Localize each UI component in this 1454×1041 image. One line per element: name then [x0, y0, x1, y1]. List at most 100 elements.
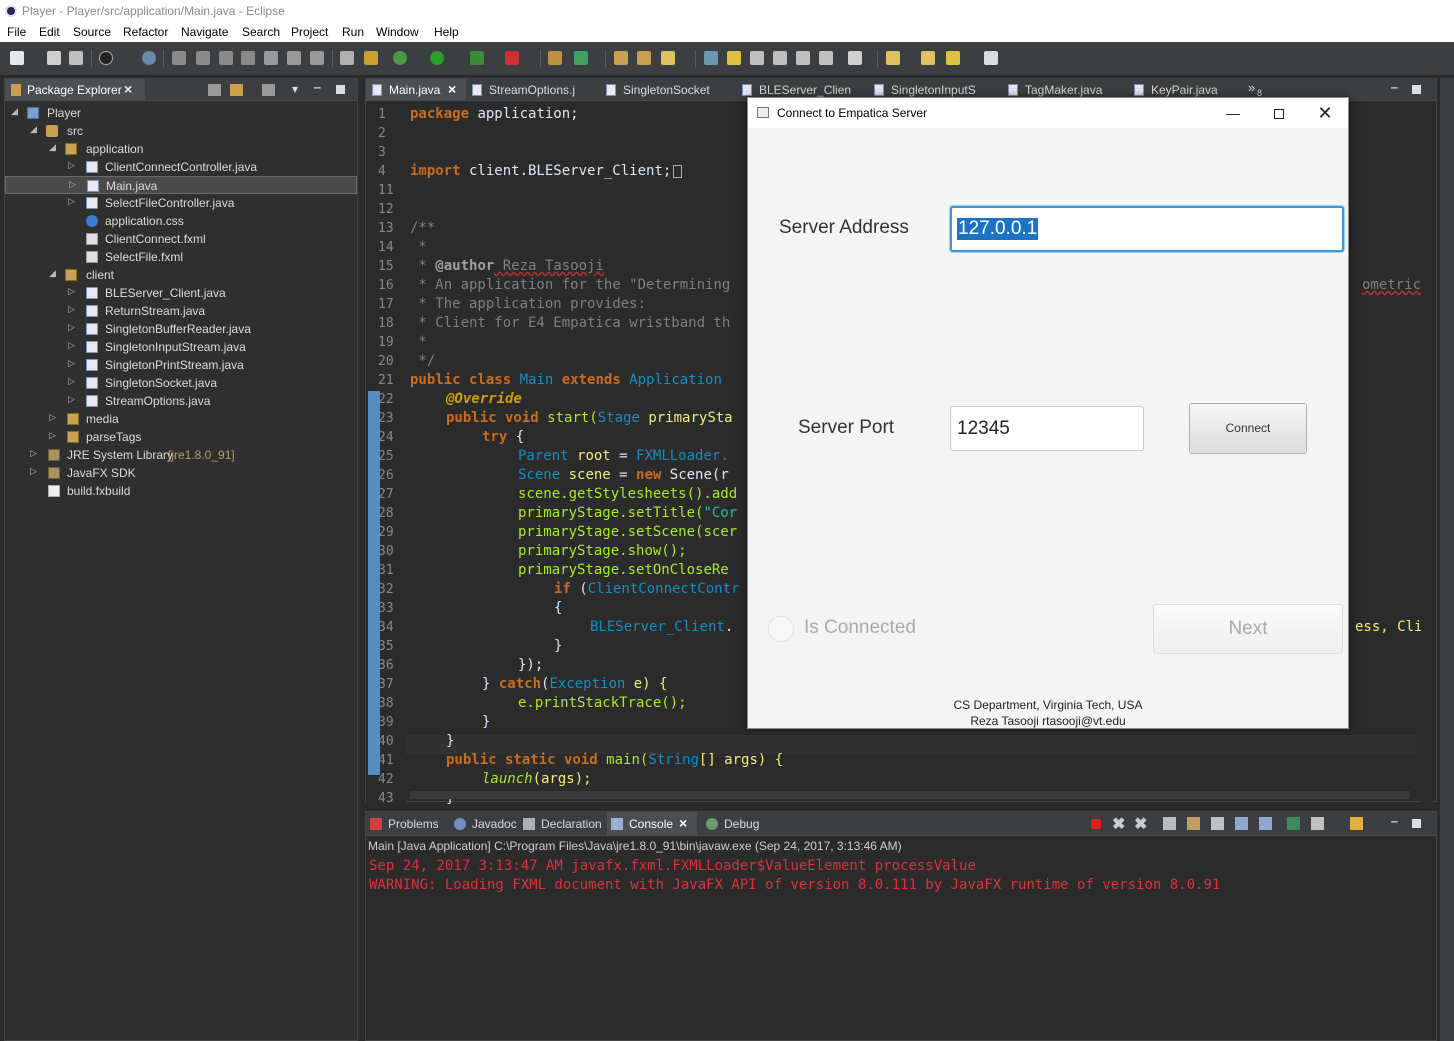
tab-javadoc[interactable]: Javadoc	[450, 812, 518, 836]
tree-item-player[interactable]: ◢ Player	[5, 104, 357, 122]
terminate-icon[interactable]	[219, 51, 233, 65]
tree-item-clientconnectcontroller[interactable]: ▷ ClientConnectController.java	[5, 158, 357, 176]
menu-help[interactable]: Help	[434, 25, 459, 39]
collapsed-arrow-icon[interactable]: ▷	[68, 394, 75, 405]
clear-console-icon[interactable]	[1163, 817, 1176, 830]
new-icon[interactable]	[10, 51, 24, 65]
disconnect-icon[interactable]	[241, 51, 255, 65]
connect-button[interactable]: Connect	[1189, 403, 1307, 454]
maximize-icon[interactable]	[1412, 85, 1421, 94]
tab-problems[interactable]: Problems	[366, 812, 448, 836]
menu-project[interactable]: Project	[291, 25, 328, 39]
collapse-all-icon[interactable]	[208, 84, 221, 96]
menu-refactor[interactable]: Refactor	[123, 25, 168, 39]
folded-imports-icon[interactable]	[673, 164, 683, 178]
menu-window[interactable]: Window	[376, 25, 419, 39]
collapsed-arrow-icon[interactable]: ▷	[68, 376, 75, 387]
run-icon[interactable]	[430, 51, 444, 65]
show-source-icon[interactable]	[819, 51, 833, 65]
pin-console-icon[interactable]	[1287, 817, 1300, 830]
tree-item-singletonsocket[interactable]: ▷ SingletonSocket.java	[5, 374, 357, 392]
display-selected-console-icon[interactable]	[1311, 817, 1324, 830]
editor-horizontal-scrollbar[interactable]	[410, 791, 1410, 799]
tree-item-application[interactable]: ◢ application	[5, 140, 357, 158]
tree-item-streamoptions[interactable]: ▷ StreamOptions.java	[5, 392, 357, 410]
tree-item-returnstream[interactable]: ▷ ReturnStream.java	[5, 302, 357, 320]
maximize-icon[interactable]	[1412, 819, 1421, 828]
view-menu-chevron-down-icon[interactable]: ▾	[292, 82, 298, 96]
dialog-minimize-button[interactable]: —	[1210, 98, 1256, 128]
last-edit-location-icon[interactable]	[921, 51, 935, 65]
tree-item-jre-system-library[interactable]: ▷ JRE System Library [jre1.8.0_91]	[5, 446, 357, 464]
maximize-icon[interactable]	[336, 85, 345, 94]
block-selection-icon[interactable]	[750, 51, 764, 65]
tree-item-main-java[interactable]: ▷ Main.java	[5, 176, 357, 194]
remove-launch-icon[interactable]: ✖	[1112, 814, 1125, 834]
open-task-icon[interactable]	[637, 51, 651, 65]
terminate-icon[interactable]	[1091, 819, 1101, 829]
remove-all-terminated-icon[interactable]: ✖	[1134, 814, 1147, 834]
collapsed-arrow-icon[interactable]: ▷	[30, 448, 37, 459]
collapsed-arrow-icon[interactable]: ▷	[68, 304, 75, 315]
save-all-icon[interactable]	[69, 51, 83, 65]
menu-source[interactable]: Source	[73, 25, 111, 39]
resume-icon[interactable]	[172, 51, 186, 65]
collapsed-arrow-icon[interactable]: ▷	[68, 358, 75, 369]
expanded-arrow-icon[interactable]: ◢	[49, 142, 56, 153]
menu-run[interactable]: Run	[342, 25, 364, 39]
collapsed-arrow-icon[interactable]: ▷	[30, 466, 37, 477]
tab-singletonsocket[interactable]: SingletonSocket	[600, 79, 734, 101]
tab-package-explorer[interactable]: Package Explorer ×	[5, 79, 145, 101]
step-over-icon[interactable]	[287, 51, 301, 65]
dialog-maximize-button[interactable]	[1256, 98, 1302, 128]
collapsed-arrow-icon[interactable]: ▷	[69, 179, 76, 190]
server-port-input[interactable]: 12345	[950, 406, 1144, 451]
collapsed-arrow-icon[interactable]: ▷	[68, 340, 75, 351]
minimize-icon[interactable]: ‒	[1391, 814, 1398, 828]
new-class-icon[interactable]	[574, 51, 588, 65]
tab-streamoptions[interactable]: StreamOptions.j	[466, 79, 598, 101]
use-step-filters-icon[interactable]	[364, 51, 378, 65]
tree-item-javafx-sdk[interactable]: ▷ JavaFX SDK	[5, 464, 357, 482]
server-address-input[interactable]: 127.0.0.1	[950, 206, 1344, 252]
next-button[interactable]: Next	[1153, 604, 1343, 654]
collapsed-arrow-icon[interactable]: ▷	[49, 430, 56, 441]
tree-item-selectfile-fxml[interactable]: SelectFile.fxml	[5, 248, 357, 266]
editor-vertical-scrollbar[interactable]	[1421, 103, 1433, 803]
collapsed-arrow-icon[interactable]: ▷	[49, 412, 56, 423]
expanded-arrow-icon[interactable]: ◢	[49, 268, 56, 279]
scroll-lock-icon[interactable]	[1187, 817, 1200, 830]
step-return-icon[interactable]	[310, 51, 324, 65]
run-external-tools-icon[interactable]	[470, 51, 484, 65]
console-toolbar-icon[interactable]	[340, 51, 354, 65]
forward-arrow-icon[interactable]	[984, 51, 998, 65]
tree-item-build-fxbuild[interactable]: build.fxbuild	[5, 482, 357, 500]
tree-item-application-css[interactable]: application.css	[5, 212, 357, 230]
close-icon[interactable]: ×	[124, 81, 132, 97]
open-console-icon[interactable]	[1350, 817, 1363, 830]
minimize-icon[interactable]: ‒	[314, 80, 321, 94]
menu-navigate[interactable]: Navigate	[181, 25, 228, 39]
menu-file[interactable]: File	[7, 25, 26, 39]
debug-icon[interactable]	[393, 51, 407, 65]
tree-item-client[interactable]: ◢ client	[5, 266, 357, 284]
menu-search[interactable]: Search	[242, 25, 280, 39]
show-whitespace-icon[interactable]	[773, 51, 787, 65]
dialog-close-button[interactable]: ✕	[1302, 98, 1348, 128]
tab-debug[interactable]: Debug	[702, 812, 762, 836]
minimize-icon[interactable]: ‒	[1391, 80, 1398, 94]
coverage-icon[interactable]	[505, 51, 519, 65]
collapsed-arrow-icon[interactable]: ▷	[68, 196, 75, 207]
debug-config-icon[interactable]	[99, 51, 113, 65]
mark-occurrences-icon[interactable]	[727, 51, 741, 65]
tab-main-java[interactable]: Main.java ×	[366, 79, 466, 101]
tree-item-parsetags[interactable]: ▷ parseTags	[5, 428, 357, 446]
tree-item-media[interactable]: ▷ media	[5, 410, 357, 428]
show-console-on-output-icon[interactable]	[1235, 817, 1248, 830]
pin-editor-icon[interactable]	[848, 51, 862, 65]
close-icon[interactable]: ×	[448, 81, 456, 97]
word-wrap-icon[interactable]	[1211, 817, 1224, 830]
word-wrap-icon[interactable]	[796, 51, 810, 65]
focus-on-active-task-icon[interactable]	[262, 84, 275, 96]
suspend-icon[interactable]	[196, 51, 210, 65]
